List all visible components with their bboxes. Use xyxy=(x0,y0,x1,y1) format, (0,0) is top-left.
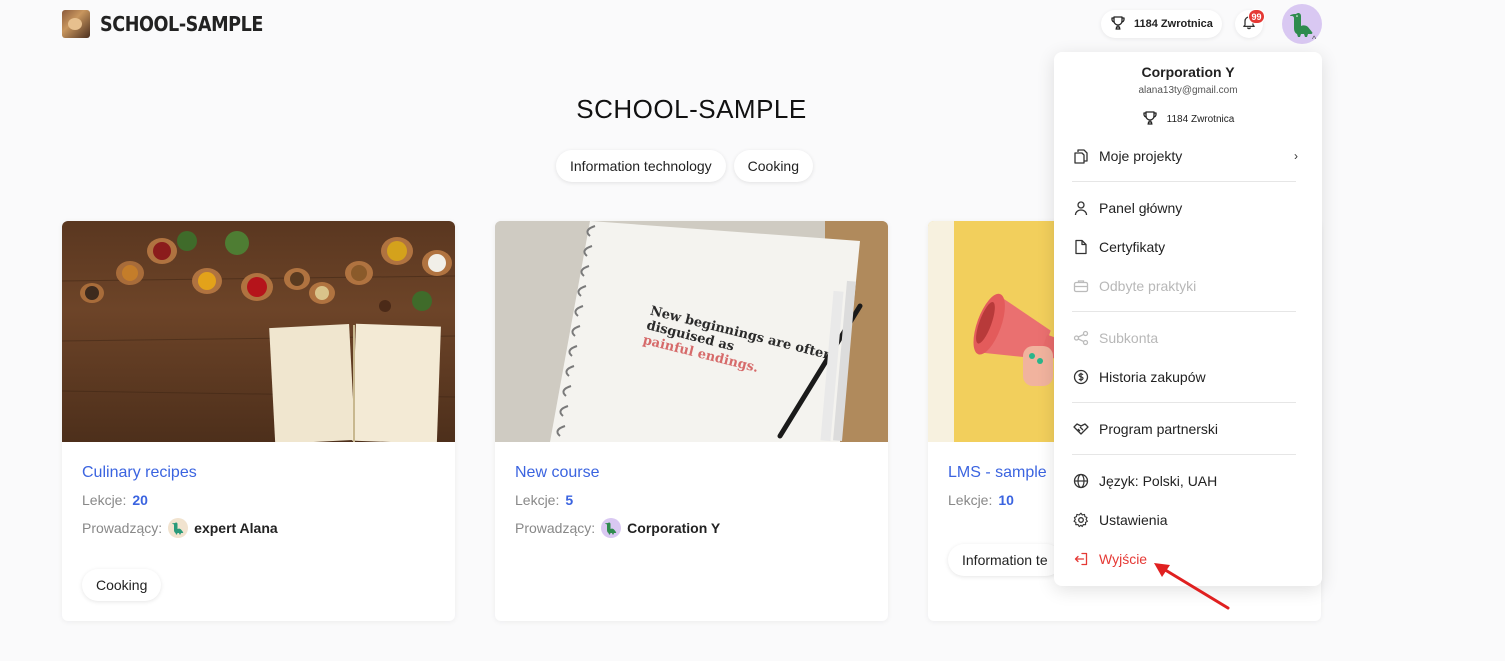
menu-item-program-partnerski[interactable]: Program partnerski xyxy=(1072,417,1304,441)
menu-item-label: Certyfikaty xyxy=(1099,239,1166,255)
trophy-icon xyxy=(1142,110,1158,129)
user-menu-dropdown: Corporation Y alana13ty@gmail.com 1184 Z… xyxy=(1054,52,1322,586)
course-tag[interactable]: Cooking xyxy=(82,569,162,601)
chevron-right-icon: › xyxy=(1294,149,1298,163)
menu-item-ustawienia[interactable]: Ustawienia xyxy=(1072,508,1304,532)
teacher-name[interactable]: expert Alana xyxy=(194,520,278,536)
lesson-count: Lekcje: 20 xyxy=(82,492,435,508)
menu-item-historia-zakupow[interactable]: Historia zakupów xyxy=(1072,365,1304,389)
category-chip-it[interactable]: Information technology xyxy=(556,150,726,182)
lessons-value: 5 xyxy=(565,492,574,508)
menu-item-moje-projekty[interactable]: Moje projekty › xyxy=(1072,144,1304,168)
category-chip-cooking[interactable]: Cooking xyxy=(733,150,814,182)
globe-icon xyxy=(1072,472,1090,490)
course-card[interactable]: New beginnings are often disguised as pa… xyxy=(495,221,888,621)
teacher-row: Prowadzący: Corporation Y xyxy=(515,518,868,538)
menu-item-label: Subkonta xyxy=(1099,330,1159,346)
logo-text: SCHOOL-SAMPLE xyxy=(100,12,263,36)
user-email: alana13ty@gmail.com xyxy=(1138,85,1238,96)
notification-badge: 99 xyxy=(1248,9,1265,24)
share-icon xyxy=(1072,329,1090,347)
menu-item-panel-glowny[interactable]: Panel główny xyxy=(1072,196,1304,220)
teacher-label: Prowadzący: xyxy=(82,520,163,536)
dollar-icon xyxy=(1072,368,1090,386)
user-name: Corporation Y xyxy=(1141,64,1235,80)
teacher-name[interactable]: Corporation Y xyxy=(627,520,720,536)
trophy-icon xyxy=(1110,15,1126,34)
logo-image xyxy=(62,10,90,38)
course-tag[interactable]: Information te xyxy=(948,544,1062,576)
teacher-avatar xyxy=(168,518,189,538)
course-title[interactable]: Culinary recipes xyxy=(82,464,435,482)
menu-item-label: Język: Polski, UAH xyxy=(1099,473,1218,489)
divider xyxy=(1072,181,1296,182)
divider xyxy=(1072,454,1296,455)
lessons-label: Lekcje: xyxy=(515,492,560,508)
briefcase-icon xyxy=(1072,277,1090,295)
menu-item-certyfikaty[interactable]: Certyfikaty xyxy=(1072,235,1304,259)
lessons-label: Lekcje: xyxy=(82,492,127,508)
user-points: 1184 Zwrotnica xyxy=(1054,110,1322,129)
gear-icon xyxy=(1072,511,1090,529)
annotation-arrow xyxy=(1154,563,1230,610)
points-value: 1184 Zwrotnica xyxy=(1134,18,1213,30)
menu-item-label: Moje projekty xyxy=(1099,148,1183,164)
menu-item-label: Historia zakupów xyxy=(1099,369,1206,385)
points-pill[interactable]: 1184 Zwrotnica xyxy=(1101,10,1222,38)
course-card[interactable]: Culinary recipes Lekcje: 20 Prowadzący: … xyxy=(62,221,455,621)
teacher-label: Prowadzący: xyxy=(515,520,596,536)
category-filters: Information technology Cooking xyxy=(556,150,814,182)
course-image[interactable] xyxy=(62,221,455,442)
lessons-value: 10 xyxy=(998,492,1014,508)
menu-item-label: Program partnerski xyxy=(1099,421,1219,437)
points-value: 1184 Zwrotnica xyxy=(1166,114,1235,125)
menu-item-jezyk[interactable]: Język: Polski, UAH xyxy=(1072,469,1304,493)
divider xyxy=(1072,311,1296,312)
copy-icon xyxy=(1072,147,1090,165)
logout-icon xyxy=(1072,550,1090,568)
course-title[interactable]: New course xyxy=(515,464,868,482)
menu-item-label: Ustawienia xyxy=(1099,512,1168,528)
menu-item-label: Panel główny xyxy=(1099,200,1183,216)
divider xyxy=(1072,402,1296,403)
handshake-icon xyxy=(1072,420,1090,438)
top-bar: SCHOOL-SAMPLE 1184 Zwrotnica 99 ^ xyxy=(0,0,1505,50)
menu-item-odbyte-praktyki: Odbyte praktyki xyxy=(1072,274,1304,298)
file-icon xyxy=(1072,238,1090,256)
menu-item-label: Wyjście xyxy=(1099,551,1148,567)
lesson-count: Lekcje: 5 xyxy=(515,492,868,508)
logo[interactable]: SCHOOL-SAMPLE xyxy=(62,10,285,38)
teacher-avatar xyxy=(601,518,622,538)
menu-item-label: Odbyte praktyki xyxy=(1099,278,1197,294)
teacher-row: Prowadzący: expert Alana xyxy=(82,518,435,538)
chevron-up-icon: ^ xyxy=(1312,34,1317,44)
user-icon xyxy=(1072,199,1090,217)
lessons-label: Lekcje: xyxy=(948,492,993,508)
lessons-value: 20 xyxy=(132,492,148,508)
menu-item-subkonta: Subkonta xyxy=(1072,326,1304,350)
course-image[interactable]: New beginnings are often disguised as pa… xyxy=(495,221,888,442)
